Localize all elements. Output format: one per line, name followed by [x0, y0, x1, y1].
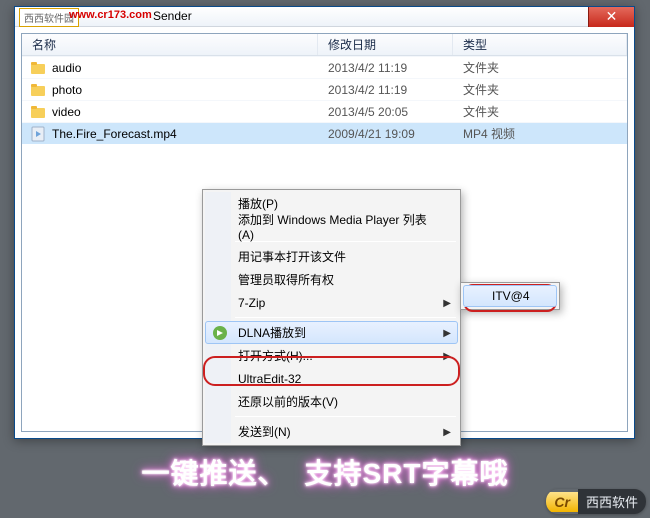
list-item[interactable]: The.Fire_Forecast.mp4 2009/4/21 19:09 MP…	[22, 122, 627, 144]
col-date[interactable]: 修改日期	[318, 34, 453, 55]
app-window: 西西软件园 www.cr173.com Sender ✕ 名称 修改日期 类型 …	[14, 6, 635, 439]
file-type: 文件夹	[453, 59, 627, 76]
ctx-dlna-play-to[interactable]: DLNA播放到▶	[205, 321, 458, 344]
menu-separator	[235, 416, 456, 417]
file-name: audio	[52, 61, 81, 75]
submenu-arrow-icon: ▶	[443, 351, 451, 362]
submenu-arrow-icon: ▶	[443, 427, 451, 438]
watermark-badge-right: 西西软件	[578, 489, 646, 514]
col-name[interactable]: 名称	[22, 34, 318, 55]
window-title-suffix: Sender	[153, 9, 192, 23]
watermark-badge-left: Cr	[546, 492, 578, 512]
site-watermark: Cr 西西软件	[546, 489, 646, 514]
file-date: 2013/4/5 20:05	[318, 105, 453, 119]
ctx-send-to[interactable]: 发送到(N)▶	[205, 420, 458, 443]
video-file-icon	[30, 126, 46, 142]
dlna-icon	[212, 325, 228, 341]
file-list: audio 2013/4/2 11:19 文件夹 photo 2013/4/2 …	[22, 56, 627, 144]
file-date: 2009/4/21 19:09	[318, 127, 453, 141]
file-type: MP4 视频	[453, 125, 627, 142]
ctx-add-to-wmp[interactable]: 添加到 Windows Media Player 列表(A)	[205, 215, 458, 238]
submenu-arrow-icon: ▶	[443, 298, 451, 309]
list-item[interactable]: audio 2013/4/2 11:19 文件夹	[22, 56, 627, 78]
folder-icon	[30, 82, 46, 98]
file-name: video	[52, 105, 81, 119]
ctx-7zip[interactable]: 7-Zip▶	[205, 291, 458, 314]
list-item[interactable]: photo 2013/4/2 11:19 文件夹	[22, 78, 627, 100]
ctx-open-notepad[interactable]: 用记事本打开该文件	[205, 245, 458, 268]
site-url: www.cr173.com	[69, 9, 152, 21]
dlna-submenu[interactable]: ITV@4	[460, 282, 560, 310]
column-headers[interactable]: 名称 修改日期 类型	[22, 34, 627, 56]
ctx-previous-versions[interactable]: 还原以前的版本(V)	[205, 390, 458, 413]
file-name: photo	[52, 83, 82, 97]
submenu-item-itv4[interactable]: ITV@4	[463, 285, 557, 307]
close-button[interactable]: ✕	[588, 7, 634, 27]
menu-separator	[235, 317, 456, 318]
titlebar: 西西软件园 www.cr173.com Sender ✕	[15, 7, 634, 27]
context-menu[interactable]: 播放(P) 添加到 Windows Media Player 列表(A) 用记事…	[202, 189, 461, 446]
file-type: 文件夹	[453, 81, 627, 98]
ctx-open-with[interactable]: 打开方式(H)...▶	[205, 344, 458, 367]
folder-icon	[30, 60, 46, 76]
file-date: 2013/4/2 11:19	[318, 83, 453, 97]
file-name: The.Fire_Forecast.mp4	[52, 127, 177, 141]
ctx-take-ownership[interactable]: 管理员取得所有权	[205, 268, 458, 291]
list-item[interactable]: video 2013/4/5 20:05 文件夹	[22, 100, 627, 122]
banner-right: 支持SRT字幕哦	[305, 452, 509, 492]
ctx-ultraedit[interactable]: UltraEdit-32	[205, 367, 458, 390]
close-icon: ✕	[606, 8, 618, 24]
banner-left: 一键推送、	[141, 452, 286, 492]
col-type[interactable]: 类型	[453, 34, 627, 55]
folder-icon	[30, 104, 46, 120]
file-date: 2013/4/2 11:19	[318, 61, 453, 75]
explorer-client: 名称 修改日期 类型 audio 2013/4/2 11:19 文件夹	[21, 33, 628, 432]
file-type: 文件夹	[453, 103, 627, 120]
submenu-arrow-icon: ▶	[443, 328, 451, 339]
